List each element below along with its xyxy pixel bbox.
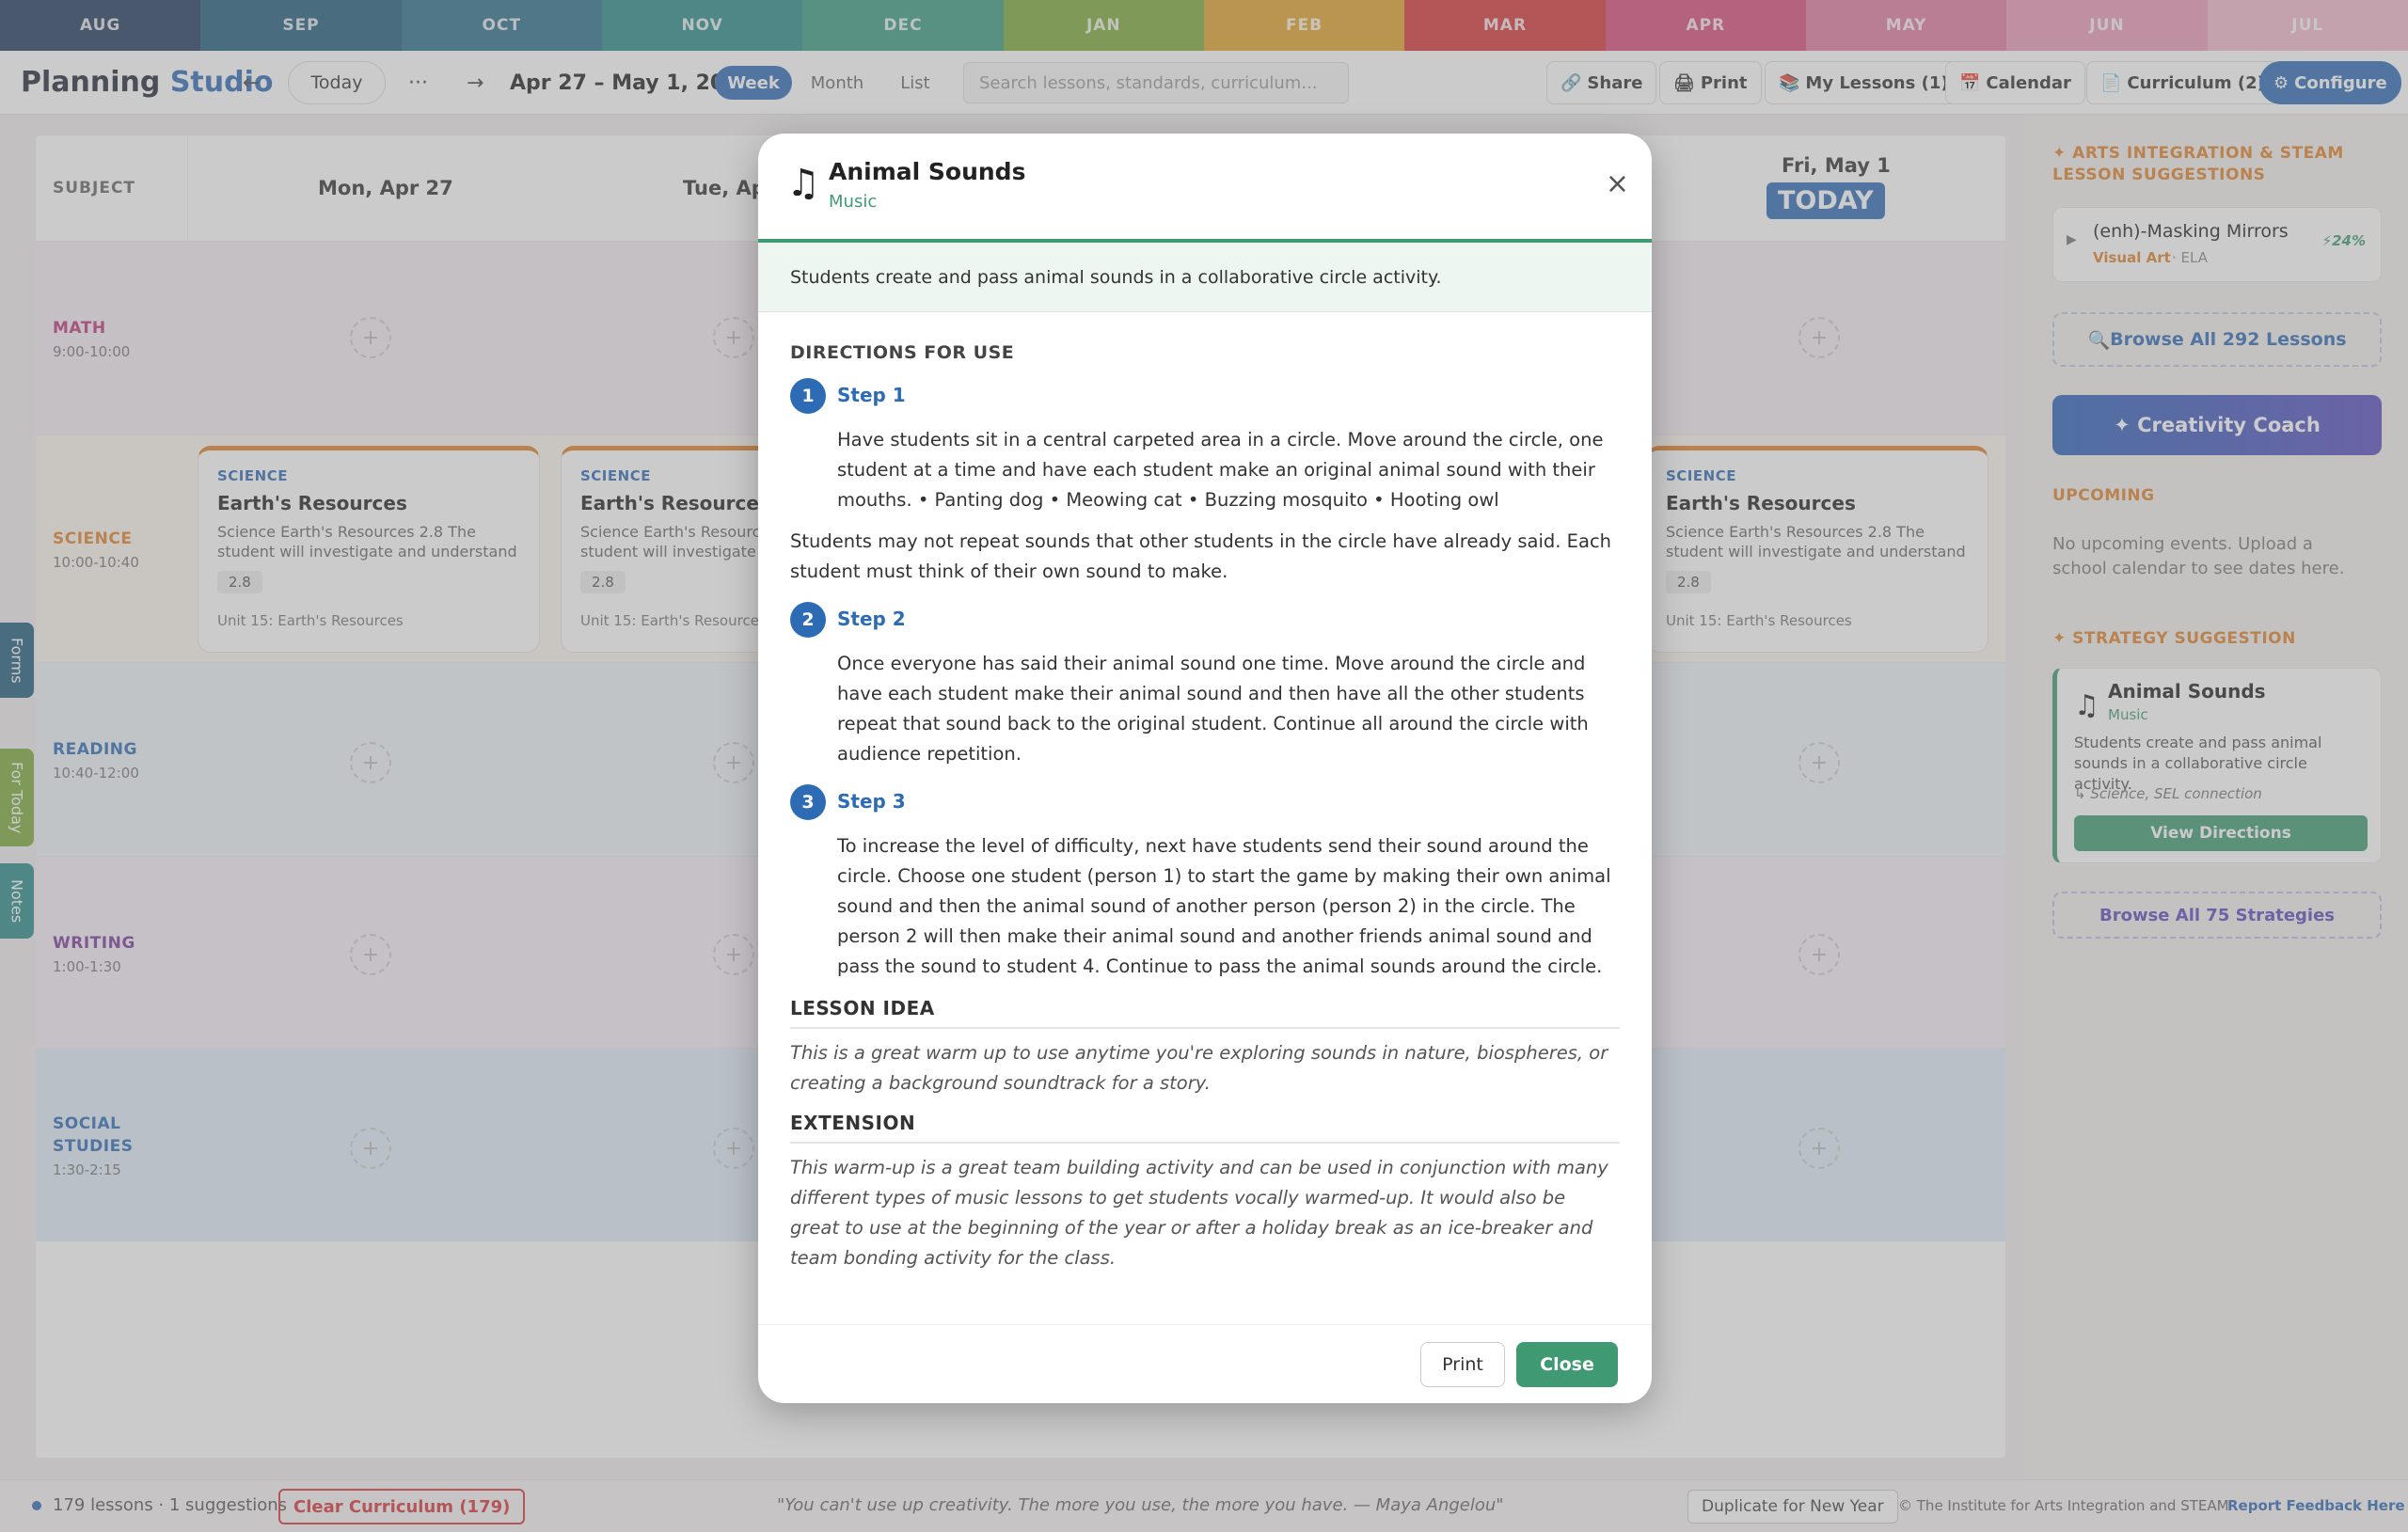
step-1: 1 Step 1 [790, 378, 1620, 414]
strategy-modal: ♫ Animal Sounds Music × Students create … [758, 134, 1652, 1403]
step-text: To increase the level of difficulty, nex… [837, 835, 1611, 977]
lesson-idea-text: This is a great warm up to use anytime y… [790, 1042, 1608, 1094]
modal-subject: Music [829, 192, 878, 212]
extension-heading: EXTENSION [790, 1112, 1620, 1144]
modal-header: ♫ Animal Sounds Music × [758, 134, 1652, 243]
step-note: Students may not repeat sounds that othe… [790, 530, 1612, 582]
step-title: Step 3 [837, 790, 906, 813]
lesson-idea-heading: LESSON IDEA [790, 997, 1620, 1029]
step-title: Step 1 [837, 384, 906, 406]
step-3: 3 Step 3 [790, 784, 1620, 820]
step-text: Have students sit in a central carpeted … [837, 429, 1604, 511]
modal-footer: Print Close [758, 1324, 1652, 1403]
modal-close-button[interactable]: Close [1516, 1342, 1618, 1387]
modal-print-button[interactable]: Print [1420, 1342, 1505, 1387]
step-number: 1 [790, 378, 826, 414]
modal-title: Animal Sounds [829, 158, 1026, 185]
step-number: 2 [790, 602, 826, 638]
step-number: 3 [790, 784, 826, 820]
directions-heading: DIRECTIONS FOR USE [790, 342, 1015, 363]
step-text: Once everyone has said their animal soun… [837, 653, 1589, 765]
step-title: Step 2 [837, 608, 906, 630]
close-icon[interactable]: × [1606, 167, 1629, 200]
modal-summary: Students create and pass animal sounds i… [758, 243, 1652, 312]
step-2: 2 Step 2 [790, 602, 1620, 638]
modal-body: DIRECTIONS FOR USE 1 Step 1 Have student… [790, 312, 1620, 1273]
extension-text: This warm-up is a great team building ac… [790, 1157, 1608, 1269]
music-note-icon: ♫ [786, 162, 820, 205]
